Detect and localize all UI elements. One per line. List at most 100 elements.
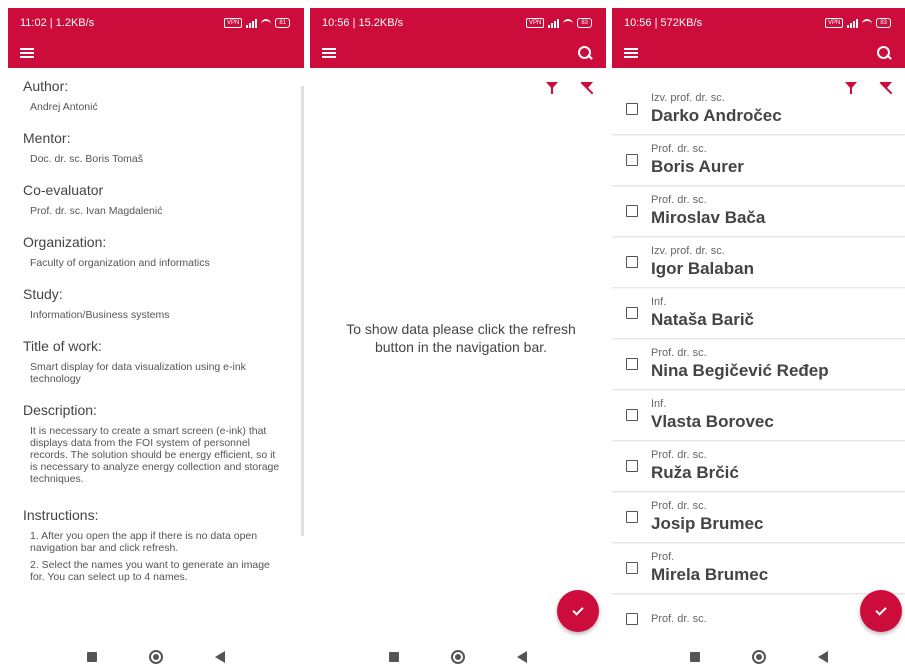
status-bar: 10:56 | 15.2KB/s VPN 83 xyxy=(310,8,606,38)
select-checkbox[interactable] xyxy=(626,256,638,268)
recents-button[interactable] xyxy=(689,652,700,662)
phone-details: 11:02 | 1.2KB/s VPN 81 Author: Andrej An… xyxy=(8,8,304,670)
recents-button[interactable] xyxy=(87,652,97,662)
author-value: Andrej Antonić xyxy=(30,101,98,113)
list-item[interactable]: Inf. Vlasta Borovec xyxy=(612,390,905,441)
menu-icon[interactable] xyxy=(322,48,336,58)
list-item[interactable]: Izv. prof. dr. sc. Darko Andročec xyxy=(612,84,905,135)
filter-icon[interactable] xyxy=(546,81,558,94)
status-icons: VPN 83 xyxy=(525,18,592,28)
title-value: Smart display for data visualization usi… xyxy=(30,361,246,385)
person-name: Mirela Brumec xyxy=(651,565,769,584)
mentor-label: Mentor: xyxy=(23,130,71,146)
home-button[interactable] xyxy=(451,650,465,664)
person-name: Igor Balaban xyxy=(651,259,754,278)
back-button[interactable] xyxy=(215,651,225,663)
list-item[interactable]: Prof. dr. sc. Miroslav Bača xyxy=(612,186,905,237)
vpn-icon: VPN xyxy=(223,18,243,28)
status-bar: 11:02 | 1.2KB/s VPN 81 xyxy=(8,8,304,38)
status-time: 10:56 | 15.2KB/s xyxy=(322,17,404,29)
status-time: 11:02 | 1.2KB/s xyxy=(20,17,95,29)
select-checkbox[interactable] xyxy=(626,460,638,472)
back-button[interactable] xyxy=(517,651,527,663)
select-checkbox[interactable] xyxy=(626,154,638,166)
vpn-icon: VPN xyxy=(525,18,545,28)
home-button[interactable] xyxy=(149,650,163,664)
clear-filter-icon[interactable] xyxy=(580,81,594,94)
instruction-1: 1. After you open the app if there is no… xyxy=(30,530,258,554)
signal-icon xyxy=(246,18,258,28)
list-item[interactable]: Prof. dr. sc. Nina Begičević Ređep xyxy=(612,339,905,390)
menu-icon[interactable] xyxy=(624,48,638,58)
list-item[interactable]: Prof. dr. sc. Josip Brumec xyxy=(612,492,905,543)
status-icons: VPN 83 xyxy=(824,18,891,28)
person-title: Prof. dr. sc. xyxy=(651,612,707,625)
signal-icon xyxy=(548,18,560,28)
study-label: Study: xyxy=(23,286,63,302)
search-icon[interactable] xyxy=(877,46,891,60)
title-section: Title of work: Smart display for data vi… xyxy=(23,338,284,385)
person-name: Josip Brumec xyxy=(651,514,764,533)
organization-label: Organization: xyxy=(23,234,107,250)
instructions-value: 1. After you open the app if there is no… xyxy=(23,530,284,583)
person-title: Inf. xyxy=(651,398,667,410)
home-button[interactable] xyxy=(751,650,766,664)
organization-value: Faculty of organization and informatics xyxy=(30,257,210,269)
battery-icon: 81 xyxy=(275,18,290,28)
select-checkbox[interactable] xyxy=(626,205,638,217)
person-title: Inf. xyxy=(651,296,667,308)
author-label: Author: xyxy=(23,78,69,94)
person-title: Prof. dr. sc. xyxy=(651,449,707,461)
select-checkbox[interactable] xyxy=(626,103,638,115)
confirm-fab-button[interactable] xyxy=(557,590,599,632)
recents-button[interactable] xyxy=(389,652,399,662)
status-time: 10:56 | 572KB/s xyxy=(624,17,703,29)
select-checkbox[interactable] xyxy=(626,511,638,523)
signal-icon xyxy=(847,18,859,28)
author-section: Author: Andrej Antonić xyxy=(23,78,284,113)
phone-list: 10:56 | 572KB/s VPN 83 Izv. prof. dr. sc… xyxy=(612,8,905,670)
description-section: Description: It is necessary to create a… xyxy=(23,402,284,485)
list-item[interactable]: Izv. prof. dr. sc. Igor Balaban xyxy=(612,237,905,288)
list-item[interactable]: Prof. dr. sc. Ruža Brčić xyxy=(612,441,905,492)
back-button[interactable] xyxy=(817,651,828,663)
select-checkbox[interactable] xyxy=(626,409,638,421)
coevaluator-label: Co-evaluator xyxy=(23,182,104,198)
list-item[interactable]: Prof. Mirela Brumec xyxy=(612,543,905,594)
wifi-icon xyxy=(261,19,272,27)
description-value: It is necessary to create a smart screen… xyxy=(30,425,280,485)
list-item[interactable]: Inf. Nataša Barič xyxy=(612,288,905,339)
select-checkbox[interactable] xyxy=(626,358,638,370)
person-name: Vlasta Borovec xyxy=(651,412,774,431)
list-item[interactable]: Prof. dr. sc. Boris Aurer xyxy=(612,135,905,186)
app-toolbar xyxy=(8,38,304,68)
confirm-fab-button[interactable] xyxy=(860,590,902,632)
wifi-icon xyxy=(862,19,873,27)
person-name: Nina Begičević Ređep xyxy=(651,361,829,380)
instructions-label: Instructions: xyxy=(23,507,99,523)
person-name: Boris Aurer xyxy=(651,157,744,176)
mentor-value: Doc. dr. sc. Boris Tomaš xyxy=(30,153,144,165)
select-checkbox[interactable] xyxy=(626,562,638,574)
check-icon xyxy=(875,603,887,616)
person-title: Prof. xyxy=(651,551,675,563)
select-checkbox[interactable] xyxy=(626,307,638,319)
scrollbar[interactable] xyxy=(301,86,304,536)
person-title: Izv. prof. dr. sc. xyxy=(651,92,725,104)
menu-icon[interactable] xyxy=(20,48,34,58)
person-name: Darko Andročec xyxy=(651,106,782,125)
person-title: Prof. dr. sc. xyxy=(651,194,707,206)
person-name: Ruža Brčić xyxy=(651,463,739,482)
person-title: Izv. prof. dr. sc. xyxy=(651,245,725,257)
details-content: Author: Andrej Antonić Mentor: Doc. dr. … xyxy=(23,78,284,644)
search-icon[interactable] xyxy=(578,46,592,60)
person-name: Nataša Barič xyxy=(651,310,755,329)
check-icon xyxy=(572,603,584,616)
filter-bar xyxy=(310,68,606,106)
wifi-icon xyxy=(563,19,574,27)
battery-icon: 83 xyxy=(876,18,891,28)
study-section: Study: Information/Business systems xyxy=(23,286,284,321)
phone-empty: 10:56 | 15.2KB/s VPN 83 To show data ple… xyxy=(310,8,606,670)
select-checkbox[interactable] xyxy=(626,613,638,625)
app-toolbar xyxy=(310,38,606,68)
